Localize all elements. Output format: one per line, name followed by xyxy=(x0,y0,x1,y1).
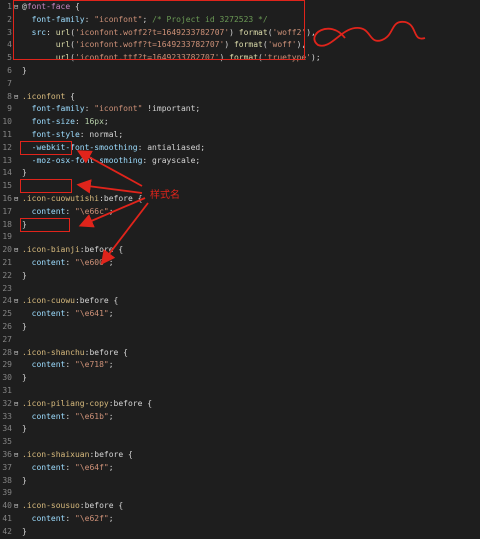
arrow-to-bianji xyxy=(76,179,143,194)
code-line[interactable]: 41 content: "\e62f"; xyxy=(0,513,480,526)
code-line[interactable]: 34} xyxy=(0,423,480,436)
code-text: } xyxy=(22,424,27,434)
line-number: 42 xyxy=(2,526,12,536)
code-text: content: "\e64f"; xyxy=(22,462,114,472)
annotation-arrows xyxy=(76,21,426,265)
line-number: 41 xyxy=(2,514,12,523)
arrow-to-cuowutishi xyxy=(76,150,143,187)
code-text: } xyxy=(22,526,27,536)
line-number: 34 xyxy=(2,424,12,434)
code-line[interactable]: 35 xyxy=(0,436,480,449)
line-number: 35 xyxy=(2,437,12,447)
code-text: .icon-sousuo:before { xyxy=(22,501,124,511)
code-text: .icon-shaixuan:before { xyxy=(22,450,133,459)
code-line[interactable]: 40 ⊟ .icon-sousuo:before { xyxy=(0,500,480,513)
line-number: 36 xyxy=(2,450,12,459)
code-line[interactable]: 37 content: "\e64f"; xyxy=(0,462,480,475)
line-number: 38 xyxy=(2,475,12,485)
scribble-annotation xyxy=(313,21,426,47)
arrow-to-cuowu xyxy=(78,197,146,228)
line-number: 37 xyxy=(2,462,12,472)
code-line[interactable]: 38} xyxy=(0,475,480,488)
line-number: 40 xyxy=(2,501,12,511)
code-text: content: "\e62f"; xyxy=(22,514,114,523)
arrow-to-shanchu xyxy=(100,202,149,265)
annotation-label: 样式名 xyxy=(150,190,180,201)
code-text: } xyxy=(22,475,27,485)
code-line[interactable]: 42} xyxy=(0,526,480,539)
code-line[interactable]: 36 ⊟ .icon-shaixuan:before { xyxy=(0,449,480,462)
code-line[interactable]: 39 xyxy=(0,487,480,500)
line-number: 39 xyxy=(2,488,12,498)
fold-toggle-icon[interactable]: ⊟ xyxy=(14,449,18,462)
fold-toggle-icon[interactable]: ⊟ xyxy=(14,500,18,513)
